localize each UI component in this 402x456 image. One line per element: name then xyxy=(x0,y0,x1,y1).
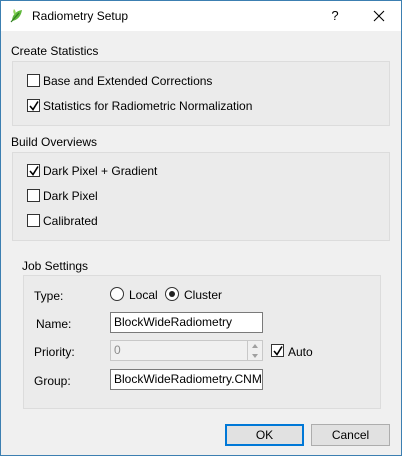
statistics-normalization-label: Statistics for Radiometric Normalization xyxy=(43,99,253,113)
spin-down-arrow-icon xyxy=(252,354,258,358)
priority-label: Priority: xyxy=(34,345,75,359)
job-settings-title: Job Settings xyxy=(22,259,89,273)
spin-up-arrow-icon xyxy=(252,344,258,348)
name-input[interactable]: BlockWideRadiometry xyxy=(110,312,263,333)
cluster-radio[interactable] xyxy=(165,287,179,301)
radio-selected-dot xyxy=(169,291,175,297)
dark-pixel-checkbox[interactable] xyxy=(27,189,40,202)
auto-checkbox[interactable] xyxy=(271,344,284,357)
cancel-button[interactable]: Cancel xyxy=(311,424,390,446)
window-title: Radiometry Setup xyxy=(32,9,129,23)
radiometry-setup-dialog: Radiometry Setup ? Create Statistics Bas… xyxy=(0,0,402,456)
create-statistics-title: Create Statistics xyxy=(11,44,99,58)
statistics-normalization-checkbox[interactable] xyxy=(27,99,40,112)
priority-input[interactable]: 0 xyxy=(110,340,248,361)
local-radio[interactable] xyxy=(110,287,124,301)
local-radio-label: Local xyxy=(129,288,158,302)
calibrated-checkbox[interactable] xyxy=(27,214,40,227)
dark-pixel-label: Dark Pixel xyxy=(43,189,98,203)
checkmark-icon xyxy=(273,346,283,356)
calibrated-label: Calibrated xyxy=(43,214,98,228)
priority-spinner[interactable] xyxy=(248,340,263,361)
cluster-radio-label: Cluster xyxy=(184,288,223,302)
close-button[interactable] xyxy=(359,1,399,31)
help-button[interactable]: ? xyxy=(317,1,353,31)
dark-pixel-gradient-checkbox[interactable] xyxy=(27,164,40,177)
close-icon xyxy=(373,10,385,22)
radiometry-leaf-icon xyxy=(10,9,22,23)
create-statistics-group xyxy=(12,61,390,126)
name-label: Name: xyxy=(36,317,72,331)
build-overviews-title: Build Overviews xyxy=(11,135,98,149)
type-label: Type: xyxy=(34,289,64,303)
checkmark-icon xyxy=(29,166,39,176)
checkmark-icon xyxy=(29,101,39,111)
title-bar: Radiometry Setup ? xyxy=(1,1,401,31)
auto-label: Auto xyxy=(288,345,313,359)
ok-button[interactable]: OK xyxy=(225,424,304,446)
base-extended-corrections-label: Base and Extended Corrections xyxy=(43,74,213,88)
group-input[interactable]: BlockWideRadiometry.CNM xyxy=(110,369,263,390)
group-label: Group: xyxy=(34,374,71,388)
dark-pixel-gradient-label: Dark Pixel + Gradient xyxy=(43,164,158,178)
base-extended-corrections-checkbox[interactable] xyxy=(27,74,40,87)
